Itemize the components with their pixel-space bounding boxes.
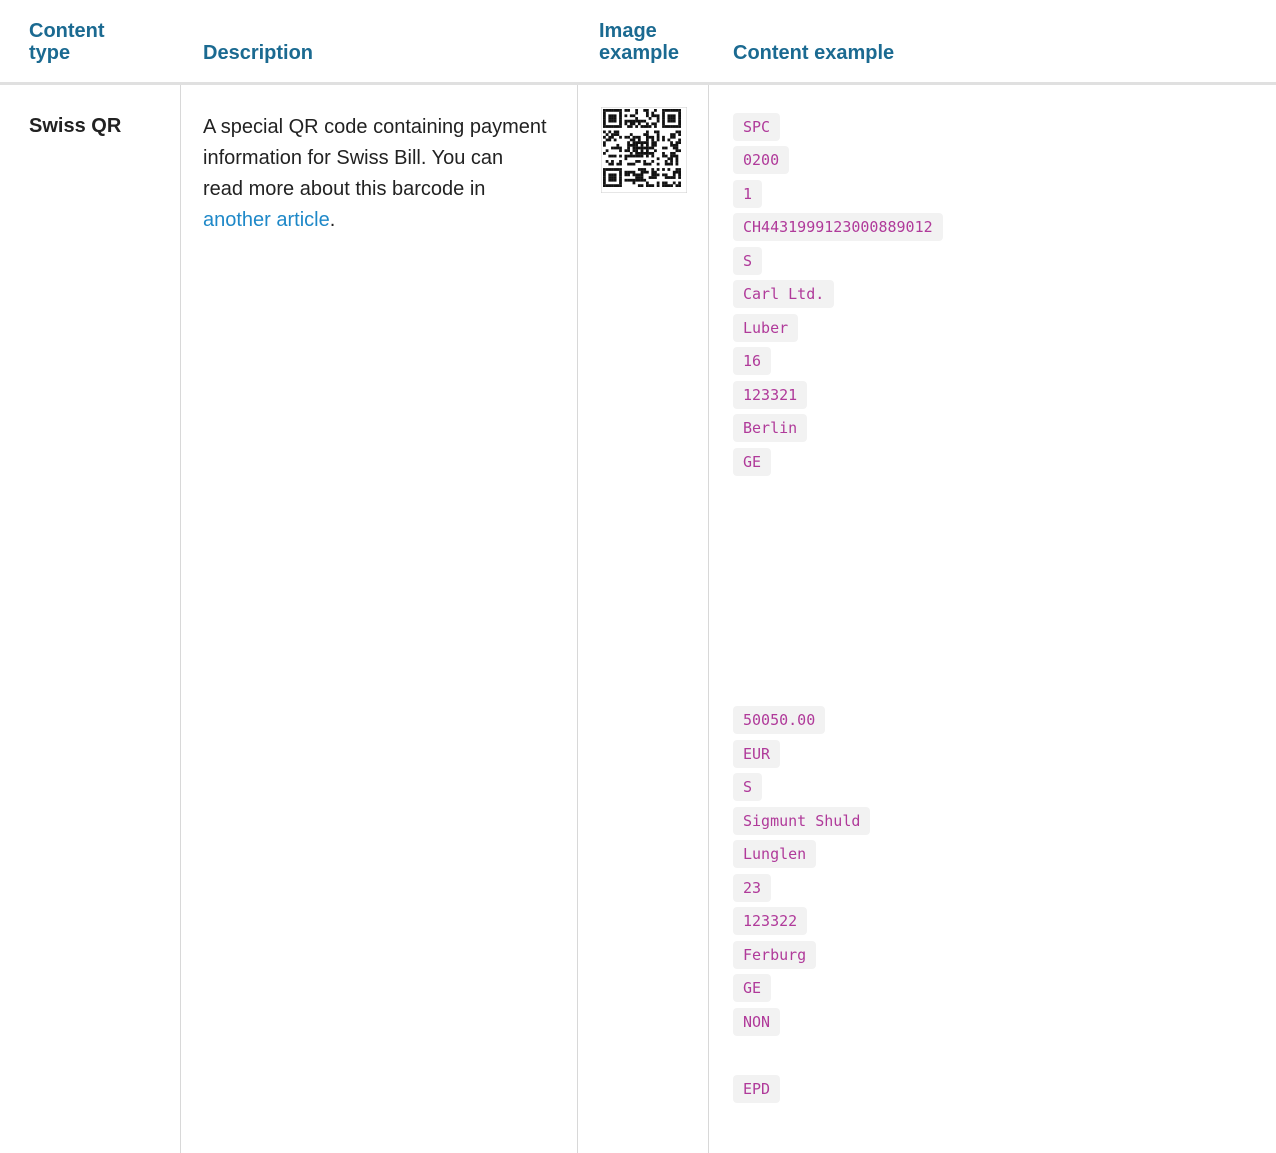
content-line: S — [733, 247, 763, 275]
content-line: 23 — [733, 874, 772, 902]
content-line: Berlin — [733, 414, 808, 442]
another-article-link[interactable]: another article — [203, 209, 330, 231]
content-line: Carl Ltd. — [733, 280, 835, 308]
content-line: 1 — [733, 180, 763, 208]
header-content-example: Content example — [733, 42, 895, 64]
qr-code-icon — [601, 107, 687, 193]
content-line: Ferburg — [733, 941, 817, 969]
table-header: Content type Description Image example C… — [0, 0, 1276, 85]
content-line: CH4431999123000889012 — [733, 213, 943, 241]
content-line: EPD — [733, 1075, 781, 1103]
content-line: Lunglen — [733, 840, 817, 868]
content-line: 50050.00 — [733, 706, 826, 734]
description-text: A special QR code containing payment inf… — [203, 116, 547, 200]
content-line: S — [733, 773, 763, 801]
content-line: Luber — [733, 314, 799, 342]
column-divider — [577, 85, 578, 1153]
content-line: EUR — [733, 740, 781, 768]
header-image-example: Image example — [599, 20, 680, 64]
content-line: NON — [733, 1008, 781, 1036]
description-cell: A special QR code containing payment inf… — [203, 112, 548, 236]
content-line: Sigmunt Shuld — [733, 807, 871, 835]
table-row: Swiss QR A special QR code containing pa… — [0, 85, 1276, 1153]
barcode-table: Content type Description Image example C… — [0, 0, 1276, 1153]
column-divider — [180, 85, 181, 1153]
content-line: 0200 — [733, 146, 790, 174]
content-line: GE — [733, 448, 772, 476]
content-line: 123321 — [733, 381, 808, 409]
header-content-type: Content type — [29, 20, 105, 64]
header-description: Description — [203, 42, 314, 64]
content-line: SPC — [733, 113, 781, 141]
content-type-cell: Swiss QR — [29, 115, 122, 137]
column-divider — [708, 85, 709, 1153]
content-line: 16 — [733, 347, 772, 375]
content-line: GE — [733, 974, 772, 1002]
content-line: 123322 — [733, 907, 808, 935]
description-suffix: . — [329, 209, 336, 231]
